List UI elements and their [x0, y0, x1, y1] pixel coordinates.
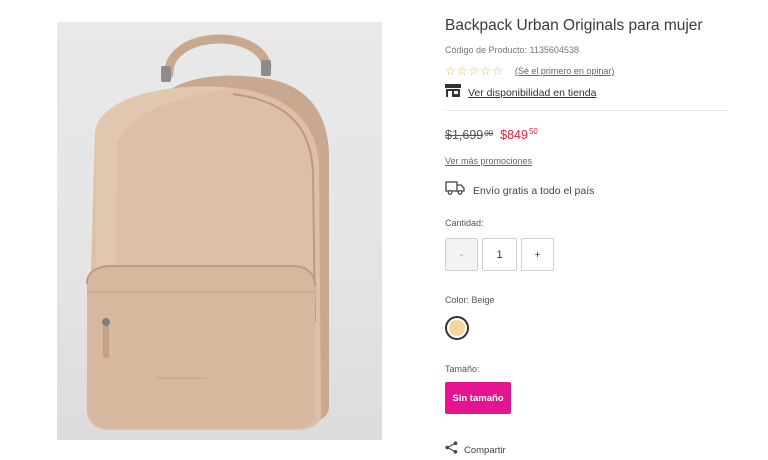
original-price: $1,699 [445, 128, 484, 142]
star-icon[interactable]: ☆ [469, 65, 480, 77]
star-icon[interactable]: ☆ [457, 65, 468, 77]
divider [445, 110, 728, 111]
star-icon[interactable]: ☆ [480, 65, 491, 77]
star-icon[interactable]: ☆ [492, 65, 503, 77]
more-promotions-link[interactable]: Ver más promociones [445, 156, 532, 166]
first-review-link[interactable]: (Sé el primero en opinar) [515, 66, 615, 76]
free-shipping-text: Envío gratis a todo el país [473, 184, 595, 197]
backpack-illustration [86, 34, 329, 430]
product-image[interactable] [57, 22, 382, 440]
size-option-button[interactable]: Sin tamaño [445, 382, 511, 414]
color-label: Color: Beige [445, 295, 495, 305]
product-title: Backpack Urban Originals para mujer [445, 17, 703, 34]
rating-stars[interactable]: ☆ ☆ ☆ ☆ ☆ [445, 65, 503, 77]
price-block: $1,699 00 $849 50 [445, 127, 538, 142]
product-code: Código de Producto: 1135604538 [445, 45, 579, 55]
quantity-label: Cantidad: [445, 218, 484, 228]
store-availability[interactable]: Ver disponibilidad en tienda [445, 84, 596, 102]
star-icon[interactable]: ☆ [445, 65, 456, 77]
color-swatch-beige[interactable] [445, 316, 469, 340]
share-icon[interactable] [445, 441, 458, 459]
quantity-input[interactable]: 1 [482, 238, 517, 271]
decrease-quantity-button[interactable]: - [445, 238, 478, 271]
increase-quantity-button[interactable]: + [521, 238, 554, 271]
share-row[interactable]: Compartir [445, 441, 506, 459]
free-shipping-row: Envío gratis a todo el país [445, 181, 594, 200]
sale-price-cents: 50 [528, 127, 538, 136]
truck-icon [445, 181, 465, 200]
quantity-stepper: - 1 + [445, 238, 554, 271]
share-link[interactable]: Compartir [464, 445, 506, 456]
store-availability-link[interactable]: Ver disponibilidad en tienda [468, 87, 596, 99]
rating-row: ☆ ☆ ☆ ☆ ☆ (Sé el primero en opinar) [445, 65, 614, 77]
size-label: Tamaño: [445, 364, 480, 374]
original-price-cents: 00 [484, 129, 494, 138]
store-icon [445, 84, 461, 102]
sale-price: $849 [500, 128, 528, 142]
